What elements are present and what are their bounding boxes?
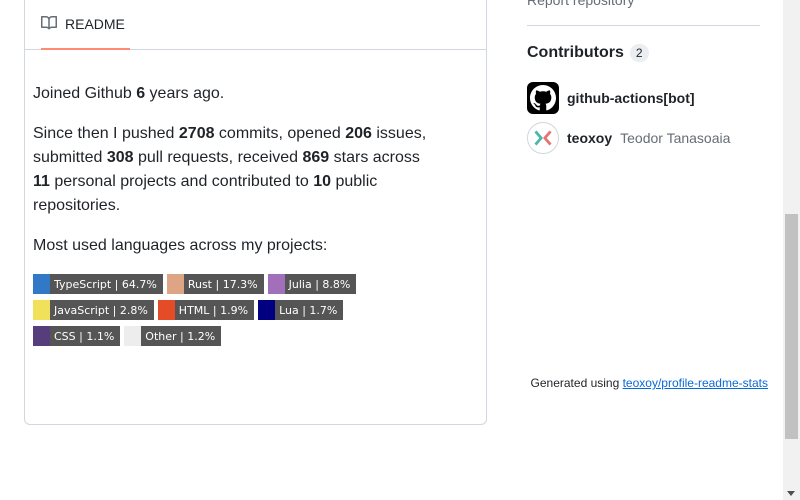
language-badge: Other | 1.2% — [124, 326, 222, 346]
book-icon — [41, 15, 58, 34]
language-badges: TypeScript | 64.7% Rust | 17.3% Julia | … — [33, 274, 433, 352]
contributor-name[interactable]: Teodor Tanasoaia — [620, 130, 730, 146]
contributor-item[interactable]: teoxoy Teodor Tanasoaia — [527, 122, 730, 154]
language-row: JavaScript | 2.8% HTML | 1.9% Lua | 1.7% — [33, 300, 433, 320]
contributor-login[interactable]: teoxoy — [567, 130, 612, 146]
language-swatch — [33, 326, 50, 346]
language-badge: JavaScript | 2.8% — [33, 300, 154, 320]
contributor-avatar[interactable] — [527, 122, 559, 154]
language-row: TypeScript | 64.7% Rust | 17.3% Julia | … — [33, 274, 433, 294]
language-swatch — [267, 274, 285, 294]
github-icon — [530, 85, 556, 111]
contributor-login[interactable]: github-actions[bot] — [567, 90, 695, 106]
readme-tab-label: README — [65, 16, 125, 32]
language-badge: Lua | 1.7% — [258, 300, 344, 320]
contributor-item[interactable]: github-actions[bot] — [527, 82, 695, 114]
language-swatch — [166, 274, 184, 294]
github-octocat-avatar[interactable] — [527, 82, 559, 114]
sidebar-divider — [527, 25, 760, 26]
teoxoy-logo-icon — [534, 130, 552, 146]
readme-tab[interactable]: README — [41, 0, 130, 50]
vertical-scrollbar[interactable] — [783, 0, 800, 500]
language-swatch — [157, 300, 175, 320]
readme-body: Joined Github 6 years ago. Since then I … — [33, 82, 433, 274]
scrollbar-thumb[interactable] — [785, 214, 798, 439]
scroll-down-arrow-icon[interactable] — [787, 491, 795, 496]
language-badge: HTML | 1.9% — [157, 300, 255, 320]
language-badge: TypeScript | 64.7% — [33, 274, 163, 294]
contributors-heading[interactable]: Contributors 2 — [527, 44, 649, 62]
language-badge: Julia | 8.8% — [267, 274, 357, 294]
language-badge: Rust | 17.3% — [166, 274, 264, 294]
language-swatch — [33, 300, 50, 320]
report-repository-link[interactable]: Report repository — [527, 0, 634, 8]
language-row: CSS | 1.1% Other | 1.2% — [33, 326, 433, 346]
joined-text: Joined Github 6 years ago. — [33, 85, 225, 102]
generated-note: Generated using teoxoy/profile-readme-st… — [530, 376, 768, 390]
stats-text: Since then I pushed 2708 commits, opened… — [33, 125, 427, 214]
language-swatch — [33, 274, 50, 294]
readme-header: README — [25, 0, 486, 50]
language-badge: CSS | 1.1% — [33, 326, 121, 346]
contributors-count-badge: 2 — [629, 44, 649, 62]
language-swatch — [258, 300, 276, 320]
language-swatch — [124, 326, 142, 346]
langs-heading: Most used languages across my projects: — [33, 237, 328, 254]
generator-link[interactable]: teoxoy/profile-readme-stats — [623, 376, 768, 390]
